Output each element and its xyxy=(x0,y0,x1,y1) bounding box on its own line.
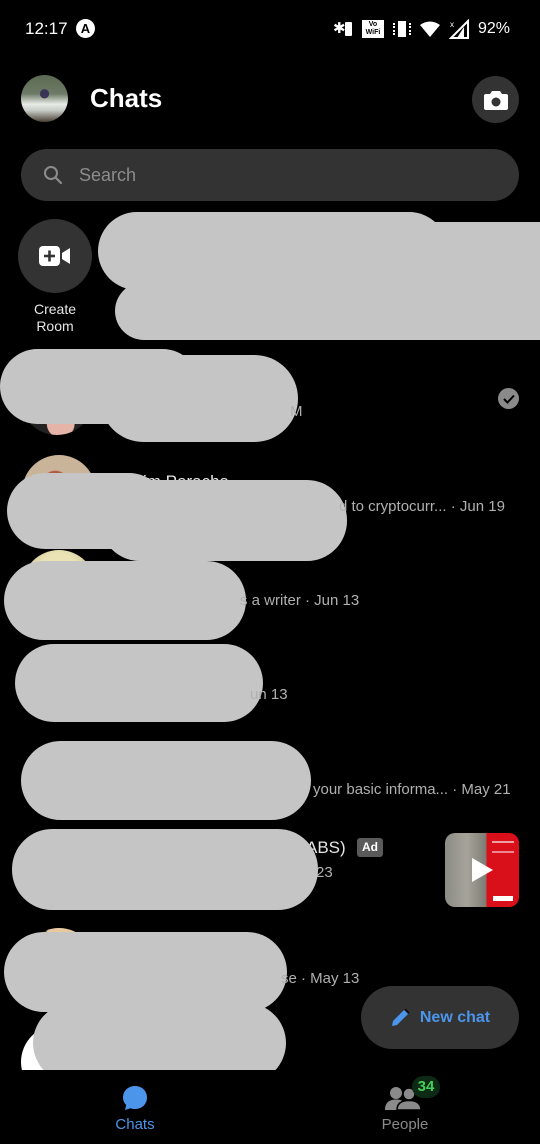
volte-wifi-icon: Vo WiFi xyxy=(361,20,384,38)
page-title: Chats xyxy=(90,83,163,113)
chat-preview: se · May 13 xyxy=(281,970,360,987)
create-room-button[interactable]: Create Room xyxy=(18,219,92,335)
vibrate-icon xyxy=(392,20,411,38)
ad-badge: Ad xyxy=(357,838,383,857)
read-receipt-icon xyxy=(498,388,519,409)
cell-signal-icon: x xyxy=(448,19,469,39)
redacted-region xyxy=(15,644,263,722)
search-bar[interactable] xyxy=(21,149,519,201)
tab-label: Chats xyxy=(115,1116,155,1133)
redacted-region xyxy=(4,561,246,640)
search-icon xyxy=(44,166,63,185)
redacted-region xyxy=(4,932,287,1012)
chat-preview: d to cryptocurr... · Jun 19 xyxy=(339,498,505,515)
redacted-region xyxy=(100,355,298,442)
people-count-badge: 34 xyxy=(412,1076,440,1098)
bottom-nav: Chats 34 People xyxy=(0,1070,540,1144)
svg-text:x: x xyxy=(450,20,454,29)
chat-time: · May 21 xyxy=(452,781,511,798)
status-icons: ✱ Vo WiFi x 92% xyxy=(333,18,510,40)
a-circle-icon: A xyxy=(76,19,95,38)
play-icon xyxy=(472,858,493,882)
chat-preview: 23 xyxy=(316,864,333,881)
bluetooth-battery-icon: ✱ xyxy=(333,20,353,38)
tab-label: People xyxy=(381,1116,429,1133)
redacted-region xyxy=(21,741,311,820)
chat-bubble-icon xyxy=(123,1086,147,1110)
create-room-circle[interactable] xyxy=(18,219,92,293)
wifi-icon xyxy=(419,21,440,37)
profile-avatar[interactable] xyxy=(21,75,68,122)
chat-preview: M xyxy=(290,403,303,420)
redacted-region xyxy=(12,829,318,910)
video-plus-icon xyxy=(39,246,70,266)
battery-percent: 92% xyxy=(477,20,510,37)
ad-video-thumbnail[interactable] xyxy=(445,833,519,907)
search-input[interactable] xyxy=(79,164,459,186)
new-chat-button[interactable]: New chat xyxy=(361,986,519,1049)
tab-chats[interactable]: Chats xyxy=(75,1070,195,1144)
chat-time: · May 13 xyxy=(301,970,360,987)
camera-button[interactable] xyxy=(472,76,519,123)
chat-preview: your basic informa... · May 21 xyxy=(313,781,511,798)
redacted-region xyxy=(115,282,540,340)
tab-people[interactable]: 34 People xyxy=(345,1070,465,1144)
status-time: 12:17 xyxy=(25,19,68,38)
pencil-icon xyxy=(391,1008,410,1026)
redacted-region xyxy=(100,480,347,561)
camera-icon xyxy=(483,90,508,110)
status-bar: 12:17 A ✱ Vo WiFi x 92% xyxy=(0,0,540,58)
chat-time: · Jun 19 xyxy=(450,498,505,515)
chat-time: · Jun 13 xyxy=(305,592,360,609)
chat-time: un 13 xyxy=(250,686,288,703)
chat-preview: s a writer · Jun 13 xyxy=(240,592,360,609)
create-room-label: Create Room xyxy=(33,301,77,334)
new-chat-label: New chat xyxy=(419,1008,491,1026)
